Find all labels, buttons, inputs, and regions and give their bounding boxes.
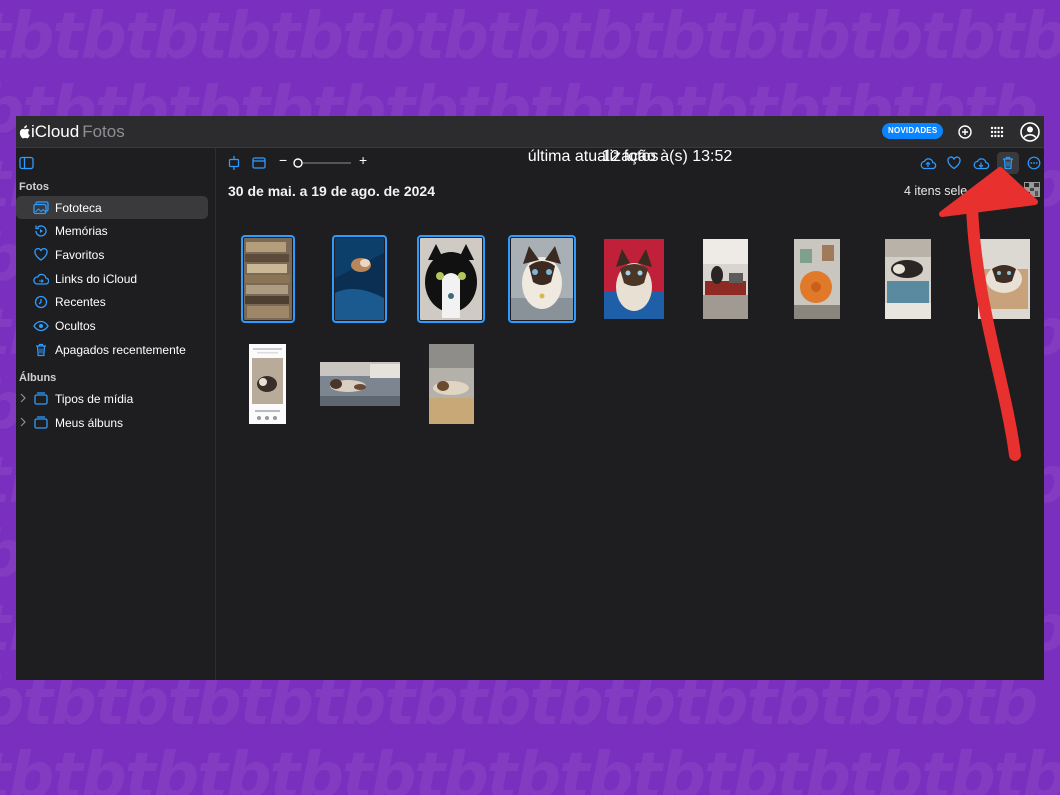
- qr-thumbnail-icon: [1024, 182, 1040, 197]
- date-range-title: 30 de mai. a 19 de ago. de 2024: [228, 183, 435, 199]
- photo-thumbnail[interactable]: [703, 239, 748, 319]
- photo-library-main: − + 30 de mai. a 19 de ago. de 2024 4 it…: [216, 148, 1044, 680]
- icloud-link-icon: [33, 271, 49, 287]
- sidebar-item-label: Meus álbuns: [55, 415, 124, 430]
- last-updated: última atualização à(s) 13:52: [527, 148, 733, 165]
- sidebar-item-fototeca[interactable]: Fototeca: [16, 196, 208, 219]
- sidebar-item-label: Apagados recentemente: [55, 342, 186, 357]
- photo-library-icon: [33, 200, 49, 216]
- photo-thumbnail[interactable]: [885, 239, 931, 319]
- photo-thumbnail[interactable]: [508, 235, 576, 323]
- photo-thumbnail[interactable]: [320, 362, 400, 406]
- photo-thumbnail[interactable]: [249, 344, 286, 424]
- sidebar-item-label: Fototeca: [55, 200, 102, 215]
- sidebar-item-favoritos[interactable]: Favoritos: [16, 243, 208, 266]
- folder-icon: [33, 415, 49, 431]
- photo-thumbnail[interactable]: [604, 239, 664, 319]
- sidebar-item-label: Ocultos: [55, 318, 96, 333]
- sidebar-item-meus-albuns[interactable]: Meus álbuns: [16, 411, 208, 434]
- photo-thumbnail[interactable]: [978, 239, 1030, 319]
- photo-thumbnail[interactable]: [332, 235, 387, 323]
- add-circle-icon[interactable]: [956, 123, 974, 141]
- chevron-right-icon[interactable]: [19, 416, 27, 428]
- photo-thumbnail[interactable]: [417, 235, 485, 323]
- sidebar-item-ocultos[interactable]: Ocultos: [16, 314, 208, 337]
- photo-thumbnail[interactable]: [429, 344, 474, 424]
- chevron-right-icon[interactable]: [19, 392, 27, 404]
- icloud-logo[interactable]: iCloud Fotos: [18, 122, 125, 142]
- trash-icon: [33, 342, 49, 358]
- section-heading-albuns: Álbuns: [19, 372, 57, 384]
- icloud-photos-window: iCloud Fotos NOVIDADES Fotos Fototeca Me…: [16, 116, 1044, 680]
- clock-icon: [33, 294, 49, 310]
- sidebar-item-label: Memórias: [55, 223, 108, 238]
- folder-icon: [33, 391, 49, 407]
- news-badge-button[interactable]: NOVIDADES: [882, 123, 944, 139]
- sidebar-item-label: Favoritos: [55, 247, 105, 262]
- sidebar-item-apagados[interactable]: Apagados recentemente: [16, 338, 208, 361]
- selection-count: 4 itens sele: [904, 184, 968, 198]
- photo-thumbnail[interactable]: [794, 239, 840, 319]
- app-grid-icon[interactable]: [988, 123, 1006, 141]
- sidebar-item-memorias[interactable]: Memórias: [16, 219, 208, 242]
- account-icon[interactable]: [1019, 121, 1041, 143]
- top-bar: iCloud Fotos NOVIDADES: [16, 116, 1044, 148]
- sidebar-item-tipos-de-midia[interactable]: Tipos de mídia: [16, 387, 208, 410]
- sidebar-item-label: Recentes: [55, 294, 106, 309]
- photo-thumbnail[interactable]: [241, 235, 295, 323]
- app-name: iCloud: [31, 122, 80, 141]
- sidebar-item-links-icloud[interactable]: Links do iCloud: [16, 267, 208, 290]
- eye-icon: [33, 318, 49, 334]
- sidebar-item-label: Tipos de mídia: [55, 391, 134, 406]
- sidebar-toggle-icon[interactable]: [19, 156, 35, 170]
- app-section: Fotos: [82, 122, 125, 141]
- apple-logo-icon: [19, 125, 30, 139]
- sidebar-item-recentes[interactable]: Recentes: [16, 290, 208, 313]
- memories-icon: [33, 223, 49, 239]
- sidebar-item-label: Links do iCloud: [55, 271, 138, 286]
- section-heading-fotos: Fotos: [19, 181, 49, 193]
- heart-icon: [33, 247, 49, 263]
- sidebar: Fotos Fototeca Memórias Favoritos Links …: [16, 148, 216, 680]
